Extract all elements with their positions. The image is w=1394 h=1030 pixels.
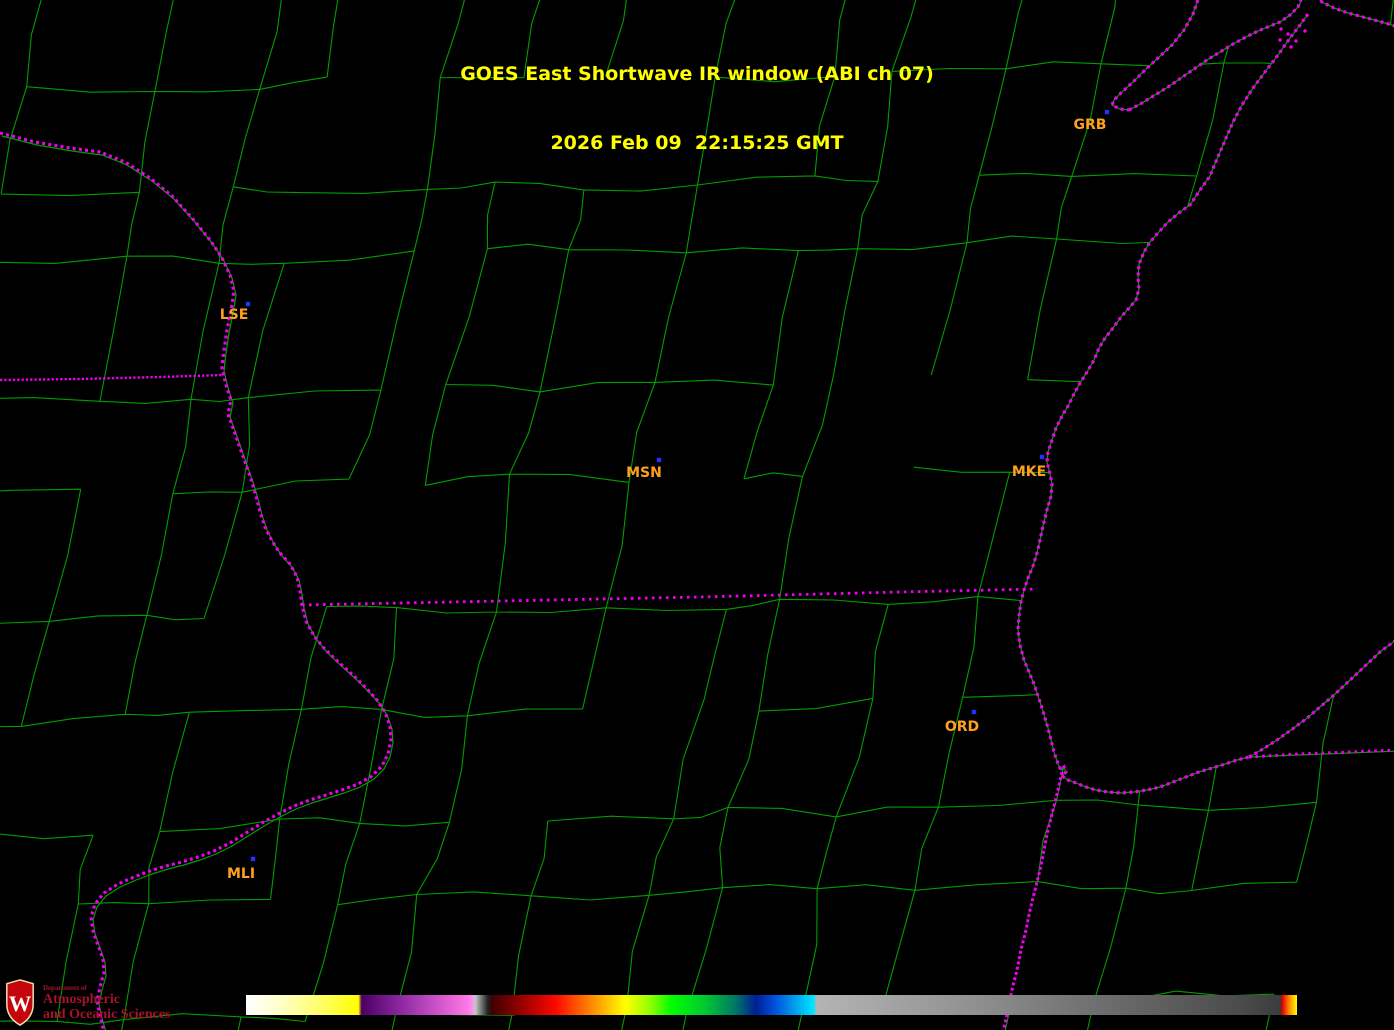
station-label-LSE: LSE	[220, 307, 249, 323]
illinois-indiana-border	[1003, 772, 1062, 1030]
product-title: GOES East Shortwave IR window (ABI ch 07…	[0, 17, 1394, 201]
uw-aos-logo: W Department of Atmospheric and Oceanic …	[4, 978, 171, 1027]
uw-monogram: W	[9, 991, 32, 1016]
station-label-MSN: MSN	[626, 465, 662, 481]
station-label-MLI: MLI	[227, 866, 255, 882]
station-dot-LSE	[246, 302, 250, 306]
minnesota-iowa-border	[0, 375, 223, 380]
station-dot-MKE	[1040, 455, 1044, 459]
logo-name-line2: and Oceanic Sciences	[43, 1007, 171, 1022]
logo-department: Department of	[43, 984, 171, 992]
color-scale-bar	[246, 995, 1297, 1015]
station-markers: GRBLSEMSNMKEORDMLI	[220, 110, 1109, 882]
satellite-image-viewer: GRBLSEMSNMKEORDMLI GOES East Shortwave I…	[0, 0, 1394, 1030]
station-label-ORD: ORD	[945, 719, 979, 735]
station-dot-MSN	[657, 458, 661, 462]
station-label-MKE: MKE	[1012, 464, 1046, 480]
mississippi-river-border	[0, 133, 391, 1030]
logo-words: Department of Atmospheric and Oceanic Sc…	[43, 984, 171, 1022]
product-title-line1: GOES East Shortwave IR window (ABI ch 07…	[0, 63, 1394, 86]
logo-name-line1: Atmospheric	[43, 992, 171, 1007]
uw-crest-icon: W	[4, 978, 36, 1027]
station-dot-MLI	[251, 857, 255, 861]
product-title-line2: 2026 Feb 09 22:15:25 GMT	[0, 132, 1394, 155]
station-dot-ORD	[972, 710, 976, 714]
